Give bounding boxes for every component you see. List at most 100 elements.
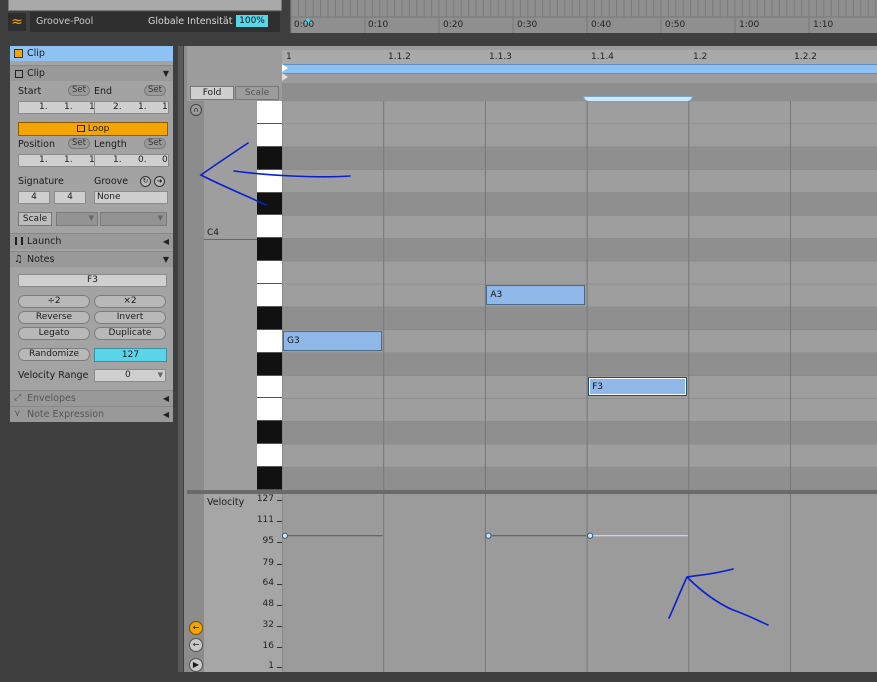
global-intensity-value[interactable]: 100% xyxy=(236,15,268,27)
envelopes-section-header[interactable]: ⤢ Envelopes ◀ xyxy=(10,390,173,406)
beat-ruler[interactable]: 1 1.1.2 1.1.3 1.1.4 1.2 1.2.2 xyxy=(282,50,877,64)
black-key[interactable] xyxy=(257,467,282,490)
overview-label-5: 0:50 xyxy=(665,20,686,30)
end-set-button[interactable]: Set xyxy=(144,85,166,96)
preview-headphone-icon[interactable]: ∩ xyxy=(190,104,202,116)
white-key[interactable] xyxy=(257,329,282,353)
ruler-label-1: 1.1.2 xyxy=(388,52,411,62)
scale-root-select[interactable]: ▼ xyxy=(56,212,98,226)
signature-numerator-field[interactable]: 4 xyxy=(18,191,50,204)
black-key[interactable] xyxy=(257,192,282,216)
groove-hotswap-icon[interactable]: ↻ xyxy=(140,176,151,187)
position-set-button[interactable]: Set xyxy=(68,138,90,149)
start-set-button[interactable]: Set xyxy=(68,85,90,96)
position-field[interactable]: 1. 1. 1 xyxy=(18,154,96,167)
chevron-down-icon[interactable]: ▼ xyxy=(163,252,169,267)
legato-button[interactable]: Legato xyxy=(18,327,90,340)
length-set-button[interactable]: Set xyxy=(144,138,166,149)
overview-label-1: 0:10 xyxy=(368,20,389,30)
reverse-button[interactable]: Reverse xyxy=(18,311,90,324)
note-label: F3 xyxy=(592,381,603,392)
note-pitch-field[interactable]: F3 xyxy=(18,274,167,287)
envelope-icon: ⤢ xyxy=(14,393,22,403)
invert-button[interactable]: Invert xyxy=(94,311,166,324)
envelopes-label: Envelopes xyxy=(27,393,76,404)
black-key[interactable] xyxy=(257,352,282,376)
clip-header[interactable]: Clip xyxy=(10,46,173,61)
velocity-bg xyxy=(282,494,877,672)
chevron-down-icon: ▼ xyxy=(157,214,163,222)
duplicate-button[interactable]: Duplicate xyxy=(94,327,166,340)
fold-button[interactable]: Fold xyxy=(190,86,234,100)
start-beat: 1. xyxy=(64,102,73,112)
note-a3[interactable]: A3 xyxy=(486,285,586,305)
black-key[interactable] xyxy=(257,306,282,330)
groove-pool-label[interactable]: Groove-Pool xyxy=(36,16,93,27)
groove-icon[interactable]: ≈ xyxy=(8,13,26,31)
multiply-by-2-button[interactable]: ×2 xyxy=(94,295,166,308)
draw-mode-icon[interactable]: ← xyxy=(189,621,203,635)
chevron-down-icon[interactable]: ▼ xyxy=(163,66,169,81)
overview-label-6: 1:00 xyxy=(739,20,760,30)
end-beat: 1. xyxy=(138,102,147,112)
velocity-tick-label: 111 xyxy=(256,515,274,526)
signature-denominator-field[interactable]: 4 xyxy=(54,191,86,204)
velocity-lane[interactable] xyxy=(282,494,877,672)
velocity-tick-label: 16 xyxy=(262,641,274,652)
white-key[interactable] xyxy=(257,444,282,468)
groove-commit-icon[interactable]: ➜ xyxy=(154,176,165,187)
divide-by-2-button[interactable]: ÷2 xyxy=(18,295,90,308)
velocity-tick-label: 1 xyxy=(268,661,274,671)
end-field[interactable]: 2. 1. 1 xyxy=(94,101,169,114)
white-key[interactable] xyxy=(257,261,282,285)
white-key[interactable] xyxy=(257,123,282,147)
panel-divider[interactable] xyxy=(178,46,183,672)
velocity-range-label: Velocity Range xyxy=(18,370,89,381)
note-expression-label: Note Expression xyxy=(27,409,105,420)
note-f3[interactable]: F3 xyxy=(588,376,687,397)
expand-lane-icon[interactable]: ▶ xyxy=(189,658,203,672)
start-bar: 1. xyxy=(39,102,48,112)
start-marker[interactable] xyxy=(282,64,288,72)
white-key[interactable] xyxy=(257,215,282,239)
loop-brace[interactable] xyxy=(282,64,877,74)
chevron-left-icon[interactable]: ◀ xyxy=(163,391,169,406)
white-key[interactable] xyxy=(257,284,282,307)
white-key[interactable] xyxy=(257,375,282,399)
launch-section-icon xyxy=(15,237,23,245)
velocity-handle-g3 xyxy=(282,532,289,539)
launch-section-header[interactable]: Launch ◀ xyxy=(10,233,173,249)
velocity-tick-label: 32 xyxy=(262,619,274,630)
loop-button[interactable]: Loop xyxy=(18,122,168,136)
chevron-left-icon[interactable]: ◀ xyxy=(163,407,169,422)
length-sixteenth: 0 xyxy=(162,155,168,165)
show-hide-lane-icon[interactable]: ← xyxy=(189,638,203,652)
start-field[interactable]: 1. 1. 1 xyxy=(18,101,96,114)
piano-keyboard[interactable] xyxy=(257,101,282,490)
black-key[interactable] xyxy=(257,146,282,170)
groove-select[interactable]: None xyxy=(94,191,168,204)
clip-section-header[interactable]: Clip ▼ xyxy=(10,65,173,81)
end-marker[interactable] xyxy=(282,73,288,81)
note-g3[interactable]: G3 xyxy=(283,330,382,351)
note-expression-section-header[interactable]: ⋎ Note Expression ◀ xyxy=(10,406,173,422)
velocity-range-field[interactable]: 0 ▼ xyxy=(94,369,166,382)
randomize-amount-field[interactable]: 127 xyxy=(94,348,167,362)
end-bar: 2. xyxy=(113,102,122,112)
black-key[interactable] xyxy=(257,238,282,262)
signature-label: Signature xyxy=(18,176,64,187)
length-field[interactable]: 1. 0. 0 xyxy=(94,154,169,167)
white-key[interactable] xyxy=(257,101,282,124)
length-label: Length xyxy=(94,139,127,150)
randomize-button[interactable]: Randomize xyxy=(18,348,90,361)
velocity-tick-label: 127 xyxy=(256,494,274,504)
clip-section-title: Clip xyxy=(27,68,45,79)
black-key[interactable] xyxy=(257,421,282,445)
scale-toggle[interactable]: Scale xyxy=(18,212,52,226)
chevron-left-icon[interactable]: ◀ xyxy=(163,234,169,249)
scale-name-select[interactable]: ▼ xyxy=(100,212,167,226)
notes-section-header[interactable]: ♫ Notes ▼ xyxy=(10,251,173,267)
white-key[interactable] xyxy=(257,398,282,422)
scale-view-button[interactable]: Scale xyxy=(235,86,279,100)
white-key[interactable] xyxy=(257,169,282,193)
